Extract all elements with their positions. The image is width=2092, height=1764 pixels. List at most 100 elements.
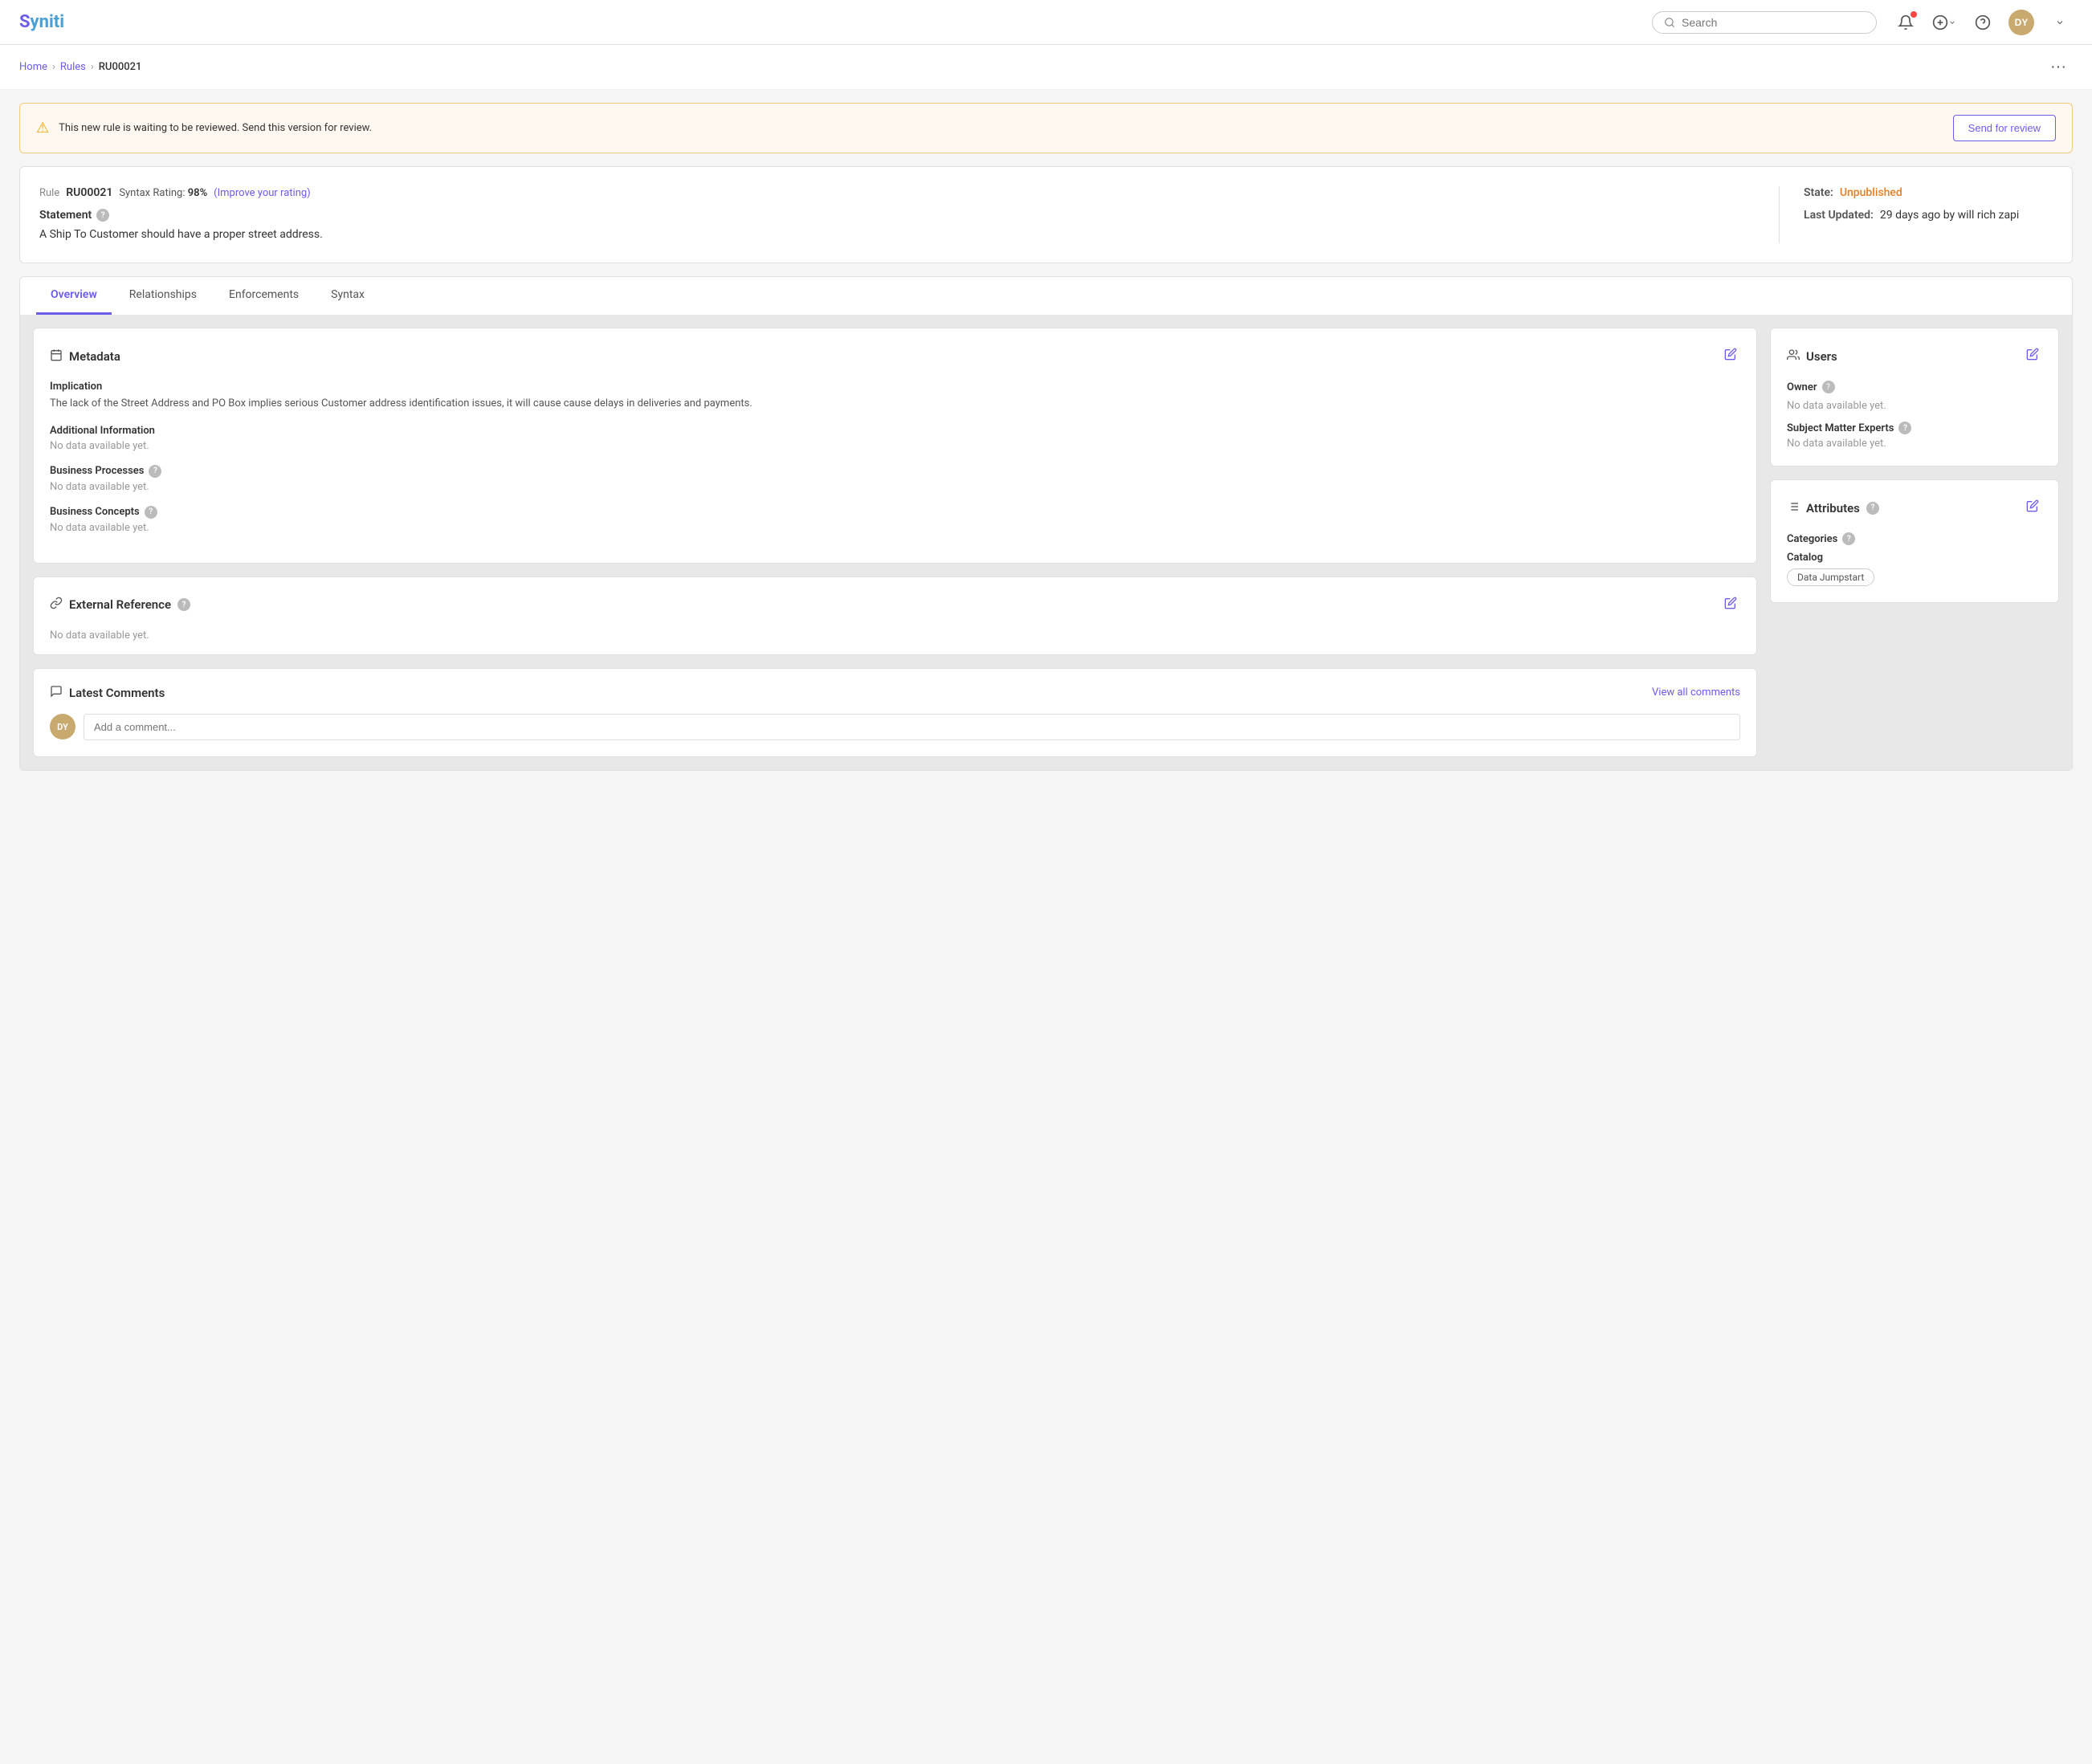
attributes-icon [1787, 500, 1800, 516]
syntax-prefix: Syntax Rating: [119, 187, 185, 199]
catalog-tag: Data Jumpstart [1787, 568, 1874, 586]
breadcrumb-rules[interactable]: Rules [60, 61, 86, 73]
left-column: Metadata Implication The lack of the Str… [33, 328, 1757, 757]
owner-value: No data available yet. [1787, 400, 2042, 412]
external-reference-help-icon[interactable]: ? [177, 598, 190, 611]
users-edit-button[interactable] [2023, 344, 2042, 368]
external-reference-edit-button[interactable] [1721, 593, 1740, 617]
attributes-help-icon[interactable]: ? [1866, 502, 1879, 515]
comment-avatar: DY [50, 714, 75, 739]
attributes-edit-button[interactable] [2023, 496, 2042, 519]
updated-label: Last Updated: [1804, 209, 1874, 222]
notification-badge [1911, 11, 1917, 18]
alert-icon: ⚠ [36, 120, 49, 136]
users-panel-header: Users [1787, 344, 2042, 368]
app-logo: Syniti [19, 12, 64, 32]
metadata-icon [50, 348, 63, 365]
owner-help-icon[interactable]: ? [1822, 381, 1835, 393]
alert-left: ⚠ This new rule is waiting to be reviewe… [36, 120, 372, 136]
rule-label: Rule [39, 187, 59, 199]
updated-row: Last Updated: 29 days ago by will rich z… [1804, 209, 2053, 222]
header-actions: DY [1893, 10, 2073, 35]
implication-text: The lack of the Street Address and PO Bo… [50, 396, 1740, 412]
metadata-title: Metadata [50, 348, 120, 365]
comments-header: Latest Comments View all comments [50, 685, 1740, 701]
business-processes-group: Business Processes ? No data available y… [50, 465, 1740, 493]
business-concepts-value: No data available yet. [50, 522, 1740, 534]
comments-title: Latest Comments [50, 685, 165, 701]
users-title: Users [1787, 348, 1837, 365]
external-reference-header: External Reference ? [50, 593, 1740, 617]
more-options-button[interactable]: ··· [2044, 55, 2073, 79]
statement-label: Statement ? [39, 209, 1755, 222]
updated-value: 29 days ago by will rich zapi [1880, 209, 2019, 222]
search-icon [1664, 17, 1675, 28]
statement-help-icon[interactable]: ? [96, 209, 109, 222]
business-processes-value: No data available yet. [50, 481, 1740, 493]
tab-enforcements[interactable]: Enforcements [214, 277, 313, 315]
alert-banner: ⚠ This new rule is waiting to be reviewe… [19, 103, 2073, 153]
categories-help-icon[interactable]: ? [1842, 532, 1855, 545]
comments-panel: Latest Comments View all comments DY [33, 668, 1757, 757]
breadcrumb: Home › Rules › RU00021 [19, 61, 141, 73]
notifications-button[interactable] [1893, 10, 1919, 35]
attributes-title: Attributes ? [1787, 500, 1879, 516]
additional-info-label: Additional Information [50, 425, 1740, 437]
right-column: Users Owner ? No data available yet. Sub… [1770, 328, 2059, 757]
help-button[interactable] [1970, 10, 1996, 35]
logo-text: yniti [31, 12, 65, 32]
syntax-percent: 98% [188, 187, 207, 199]
comment-input-row: DY [50, 714, 1740, 740]
user-avatar-button[interactable]: DY [2008, 10, 2034, 35]
external-reference-title: External Reference ? [50, 597, 190, 613]
sme-help-icon[interactable]: ? [1898, 422, 1911, 434]
state-value: Unpublished [1840, 186, 1902, 199]
rule-title-row: Rule RU00021 Syntax Rating: 98% (Improve… [39, 186, 1755, 199]
logo-s: S [19, 12, 31, 32]
external-reference-panel: External Reference ? No data available y… [33, 576, 1757, 655]
tab-syntax[interactable]: Syntax [316, 277, 379, 315]
app-header: Syniti DY [0, 0, 2092, 45]
comment-input[interactable] [84, 714, 1740, 740]
business-concepts-label: Business Concepts ? [50, 506, 1740, 519]
breadcrumb-sep-1: › [52, 61, 55, 73]
business-processes-label: Business Processes ? [50, 465, 1740, 478]
state-label: State: [1804, 186, 1833, 199]
sme-section: Subject Matter Experts ? No data availab… [1787, 422, 2042, 450]
owner-row: Owner ? [1787, 381, 2042, 393]
implication-label: Implication [50, 381, 1740, 393]
breadcrumb-bar: Home › Rules › RU00021 ··· [0, 45, 2092, 90]
metadata-edit-button[interactable] [1721, 344, 1740, 368]
rule-details-left: Rule RU00021 Syntax Rating: 98% (Improve… [39, 186, 1780, 243]
users-icon [1787, 348, 1800, 365]
breadcrumb-home[interactable]: Home [19, 61, 47, 73]
alert-text: This new rule is waiting to be reviewed.… [59, 122, 372, 134]
business-concepts-help-icon[interactable]: ? [145, 506, 157, 519]
external-reference-value: No data available yet. [50, 629, 1740, 642]
owner-label: Owner [1787, 381, 1817, 393]
search-input[interactable] [1682, 16, 1865, 29]
additional-info-group: Additional Information No data available… [50, 425, 1740, 452]
tabs-bar: Overview Relationships Enforcements Synt… [19, 276, 2073, 315]
send-for-review-button[interactable]: Send for review [1953, 115, 2056, 141]
business-processes-help-icon[interactable]: ? [149, 465, 161, 478]
add-button[interactable] [1931, 10, 1957, 35]
tab-overview[interactable]: Overview [36, 277, 112, 315]
view-all-comments-link[interactable]: View all comments [1652, 686, 1740, 699]
state-row: State: Unpublished [1804, 186, 2053, 199]
rule-card: Rule RU00021 Syntax Rating: 98% (Improve… [19, 166, 2073, 263]
implication-group: Implication The lack of the Street Addre… [50, 381, 1740, 412]
breadcrumb-sep-2: › [91, 61, 94, 73]
sme-value: No data available yet. [1787, 438, 2042, 450]
syntax-rating: Syntax Rating: 98% [119, 187, 207, 199]
categories-label: Categories ? [1787, 532, 2042, 545]
user-menu-chevron[interactable] [2047, 10, 2073, 35]
improve-rating-link[interactable]: (Improve your rating) [214, 187, 311, 199]
sme-label: Subject Matter Experts ? [1787, 422, 2042, 434]
catalog-label: Catalog [1787, 552, 2042, 564]
additional-info-value: No data available yet. [50, 440, 1740, 452]
search-bar[interactable] [1652, 11, 1877, 34]
comments-icon [50, 685, 63, 701]
breadcrumb-current: RU00021 [99, 61, 142, 73]
tab-relationships[interactable]: Relationships [115, 277, 211, 315]
